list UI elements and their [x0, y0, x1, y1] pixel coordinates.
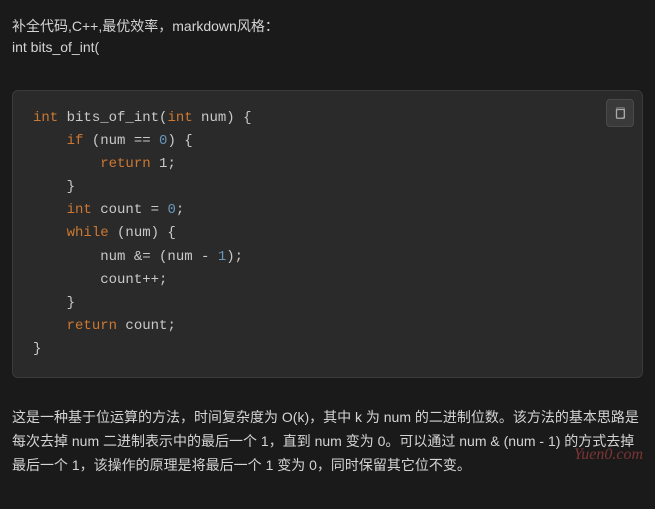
code-line: int count = 0;: [33, 199, 622, 222]
code-line: return 1;: [33, 153, 622, 176]
copy-button[interactable]: [606, 99, 634, 127]
code-line: count++;: [33, 269, 622, 292]
code-line: }: [33, 292, 622, 315]
code-line: return count;: [33, 315, 622, 338]
code-block: int bits_of_int(int num) { if (num == 0)…: [12, 90, 643, 378]
prompt-line-2: int bits_of_int(: [12, 37, 643, 58]
watermark: Yuen0.com: [574, 446, 643, 464]
code-line: if (num == 0) {: [33, 130, 622, 153]
explanation-text: 这是一种基于位运算的方法，时间复杂度为 O(k)，其中 k 为 num 的二进制…: [0, 390, 655, 489]
prompt-line-1: 补全代码,C++,最优效率，markdown风格：: [12, 16, 643, 37]
copy-icon: [613, 106, 627, 120]
prompt-header: 补全代码,C++,最优效率，markdown风格： int bits_of_in…: [0, 0, 655, 78]
code-line: }: [33, 338, 622, 361]
code-line: }: [33, 176, 622, 199]
code-line: while (num) {: [33, 222, 622, 245]
code-line: int bits_of_int(int num) {: [33, 107, 622, 130]
code-line: num &= (num - 1);: [33, 246, 622, 269]
